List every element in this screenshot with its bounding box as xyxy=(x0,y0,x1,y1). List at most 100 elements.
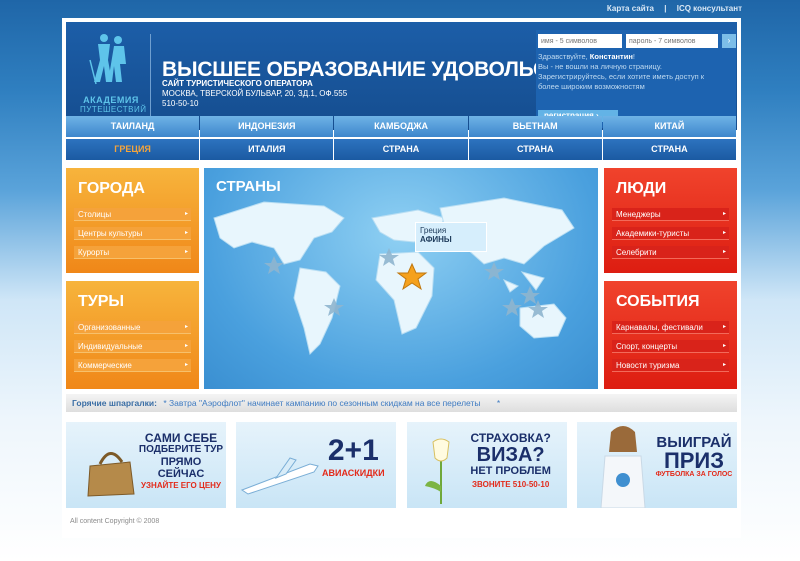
people-item-label: Академики-туристы xyxy=(616,229,690,238)
hot-tips-bar: Горячие шпаргалки: * Завтра "Аэрофлот" н… xyxy=(66,394,737,412)
tours-item-label: Коммерческие xyxy=(78,361,132,370)
header-subtitle: САЙТ ТУРИСТИЧЕСКОГО ОПЕРАТОРА xyxy=(162,79,313,88)
tab-cambodia[interactable]: КАМБОДЖА xyxy=(334,116,468,137)
header-phone: 510-50-10 xyxy=(162,99,199,108)
tooltip-city: АФИНЫ xyxy=(420,235,452,244)
events-item-news[interactable]: Новости туризма ▸ xyxy=(612,359,729,372)
promo4-line2: ПРИЗ xyxy=(663,448,725,473)
promo-visa-insurance[interactable]: СТРАХОВКА? ВИЗА? НЕТ ПРОБЛЕМ ЗВОНИТЕ 510… xyxy=(406,422,567,508)
arrow-icon: ▸ xyxy=(722,362,726,368)
top-links-separator: | xyxy=(664,4,667,13)
tab-indonesia[interactable]: ИНДОНЕЗИЯ xyxy=(200,116,334,137)
world-map[interactable]: СТРАНЫ Греция АФИНЫ xyxy=(204,168,598,389)
arrow-icon: ▸ xyxy=(722,230,726,236)
logo-line2: ПУТЕШЕСТВИЙ xyxy=(80,105,147,114)
events-item-label: Карнавалы, фестивали xyxy=(616,323,703,332)
country-nav: ТАИЛАНД ИНДОНЕЗИЯ КАМБОДЖА ВЬЕТНАМ КИТАЙ… xyxy=(66,116,737,160)
header: АКАДЕМИЯ ПУТЕШЕСТВИЙ ВЫСШЕЕ ОБРАЗОВАНИЕ … xyxy=(66,22,737,130)
tours-item-label: Организованные xyxy=(78,323,141,332)
promo1-line2: ПОДБЕРИТЕ ТУР xyxy=(138,444,224,455)
promo-air-discounts[interactable]: 2+1 АВИАСКИДКИ xyxy=(236,422,397,508)
world-map-graphic xyxy=(213,197,575,355)
tab-greece[interactable]: ГРЕЦИЯ xyxy=(66,139,200,160)
map-title: СТРАНЫ xyxy=(216,178,281,195)
events-item-carnivals[interactable]: Карнавалы, фестивали ▸ xyxy=(612,321,729,334)
tab-country-4[interactable]: СТРАНА xyxy=(468,139,602,160)
promo3-line4: ЗВОНИТЕ 510-50-10 xyxy=(472,480,550,489)
tours-box: ТУРЫ Организованные ▸ Индивидуальные ▸ Ком… xyxy=(66,281,199,389)
tooltip-country: Греция xyxy=(420,226,447,235)
girl-tshirt-icon xyxy=(600,426,646,508)
promo1-line1: САМИ СЕБЕ xyxy=(144,431,218,445)
arrow-icon: ▸ xyxy=(184,230,188,236)
hot-tips-label: Горячие шпаргалки: xyxy=(72,398,157,408)
cities-item-capitals[interactable]: Столицы ▸ xyxy=(74,208,191,221)
header-divider xyxy=(150,34,151,118)
events-item-label: Спорт, концерты xyxy=(616,342,678,351)
people-box: ЛЮДИ Менеджеры ▸ Академики-туристы ▸ Селеб… xyxy=(604,168,737,273)
top-links: Карта сайта | ICQ консультант xyxy=(603,4,746,13)
arrow-icon: ▸ xyxy=(722,249,726,255)
promo-win-prize[interactable]: ВЫИГРАЙ ПРИЗ ФУТБОЛКА ЗА ГОЛОС xyxy=(576,422,737,508)
page-container: АКАДЕМИЯ ПУТЕШЕСТВИЙ ВЫСШЕЕ ОБРАЗОВАНИЕ … xyxy=(62,18,741,538)
cities-item-label: Столицы xyxy=(78,210,112,219)
login-message: Вы - не вошли на личную страницу. Зареги… xyxy=(538,62,705,91)
tulip-icon xyxy=(424,438,450,504)
icq-link[interactable]: ICQ консультант xyxy=(677,4,742,13)
greeting-user: Константин xyxy=(589,52,633,61)
promo-banners: САМИ СЕБЕ ПОДБЕРИТЕ ТУР ПРЯМО СЕЙЧАС УЗН… xyxy=(66,422,737,508)
tab-country-3[interactable]: СТРАНА xyxy=(334,139,468,160)
promo2-big: 2+1 xyxy=(327,434,379,467)
promo1-line3: ПРЯМО СЕЙЧАС xyxy=(157,456,205,480)
tours-item-commercial[interactable]: Коммерческие ▸ xyxy=(74,359,191,372)
cities-item-resorts[interactable]: Курорты ▸ xyxy=(74,246,191,259)
tab-italy[interactable]: ИТАЛИЯ xyxy=(200,139,334,160)
cities-box: ГОРОДА Столицы ▸ Центры культуры ▸ Курорты… xyxy=(66,168,199,273)
people-title: ЛЮДИ xyxy=(616,180,667,197)
arrow-icon: ▸ xyxy=(184,211,188,217)
arrow-icon: ▸ xyxy=(722,324,726,330)
logo[interactable]: АКАДЕМИЯ ПУТЕШЕСТВИЙ xyxy=(80,30,147,120)
header-address: МОСКВА, ТВЕРСКОЙ БУЛЬВАР, 20, ЗД.1, ОФ.5… xyxy=(162,89,348,98)
travelers-logo-icon xyxy=(89,34,126,85)
hot-tips-end: * xyxy=(496,398,501,408)
greeting-end: ! xyxy=(632,52,635,61)
tours-title: ТУРЫ xyxy=(78,293,125,310)
login-go-button[interactable]: › xyxy=(722,34,736,48)
events-item-sports[interactable]: Спорт, концерты ▸ xyxy=(612,340,729,353)
cities-item-culture[interactable]: Центры культуры ▸ xyxy=(74,227,191,240)
password-input[interactable] xyxy=(626,34,718,48)
promo2-small: АВИАСКИДКИ xyxy=(322,468,385,478)
arrow-icon: ▸ xyxy=(184,343,188,349)
tours-item-organized[interactable]: Организованные ▸ xyxy=(74,321,191,334)
bag-icon xyxy=(87,452,135,497)
sitemap-link[interactable]: Карта сайта xyxy=(607,4,654,13)
name-input[interactable] xyxy=(538,34,622,48)
cities-item-label: Центры культуры xyxy=(78,229,143,238)
cities-title: ГОРОДА xyxy=(78,180,145,197)
events-item-label: Новости туризма xyxy=(616,361,680,370)
greeting-text: Здравствуйте, Константин! Вы - не вошли … xyxy=(538,52,724,92)
country-row-2: ГРЕЦИЯ ИТАЛИЯ СТРАНА СТРАНА СТРАНА xyxy=(66,139,737,160)
people-item-academics[interactable]: Академики-туристы ▸ xyxy=(612,227,729,240)
tab-country-5[interactable]: СТРАНА xyxy=(602,139,737,160)
tours-item-individual[interactable]: Индивидуальные ▸ xyxy=(74,340,191,353)
hot-tips-text[interactable]: * Завтра "Аэрофлот" начинает кампанию по… xyxy=(163,398,480,408)
promo4-line3: ФУТБОЛКА ЗА ГОЛОС xyxy=(655,471,733,478)
people-item-managers[interactable]: Менеджеры ▸ xyxy=(612,208,729,221)
tab-vietnam[interactable]: ВЬЕТНАМ xyxy=(468,116,602,137)
events-title: СОБЫТИЯ xyxy=(616,293,700,310)
promo3-line2: ВИЗА? xyxy=(476,444,545,466)
arrow-icon: ▸ xyxy=(184,362,188,368)
arrow-icon: ▸ xyxy=(722,343,726,349)
events-box: СОБЫТИЯ Карнавалы, фестивали ▸ Спорт, кон… xyxy=(604,281,737,389)
arrow-icon: ▸ xyxy=(184,249,188,255)
tab-china[interactable]: КИТАЙ xyxy=(602,116,737,137)
country-row-1: ТАИЛАНД ИНДОНЕЗИЯ КАМБОДЖА ВЬЕТНАМ КИТАЙ xyxy=(66,116,737,137)
promo-tour-picker[interactable]: САМИ СЕБЕ ПОДБЕРИТЕ ТУР ПРЯМО СЕЙЧАС УЗН… xyxy=(66,422,226,508)
people-item-celebrities[interactable]: Селебрити ▸ xyxy=(612,246,729,259)
map-tooltip: Греция АФИНЫ xyxy=(415,222,487,252)
tab-thailand[interactable]: ТАИЛАНД xyxy=(66,116,200,137)
arrow-icon: ▸ xyxy=(184,324,188,330)
promo1-line4: УЗНАЙТЕ ЕГО ЦЕНУ xyxy=(141,481,221,490)
